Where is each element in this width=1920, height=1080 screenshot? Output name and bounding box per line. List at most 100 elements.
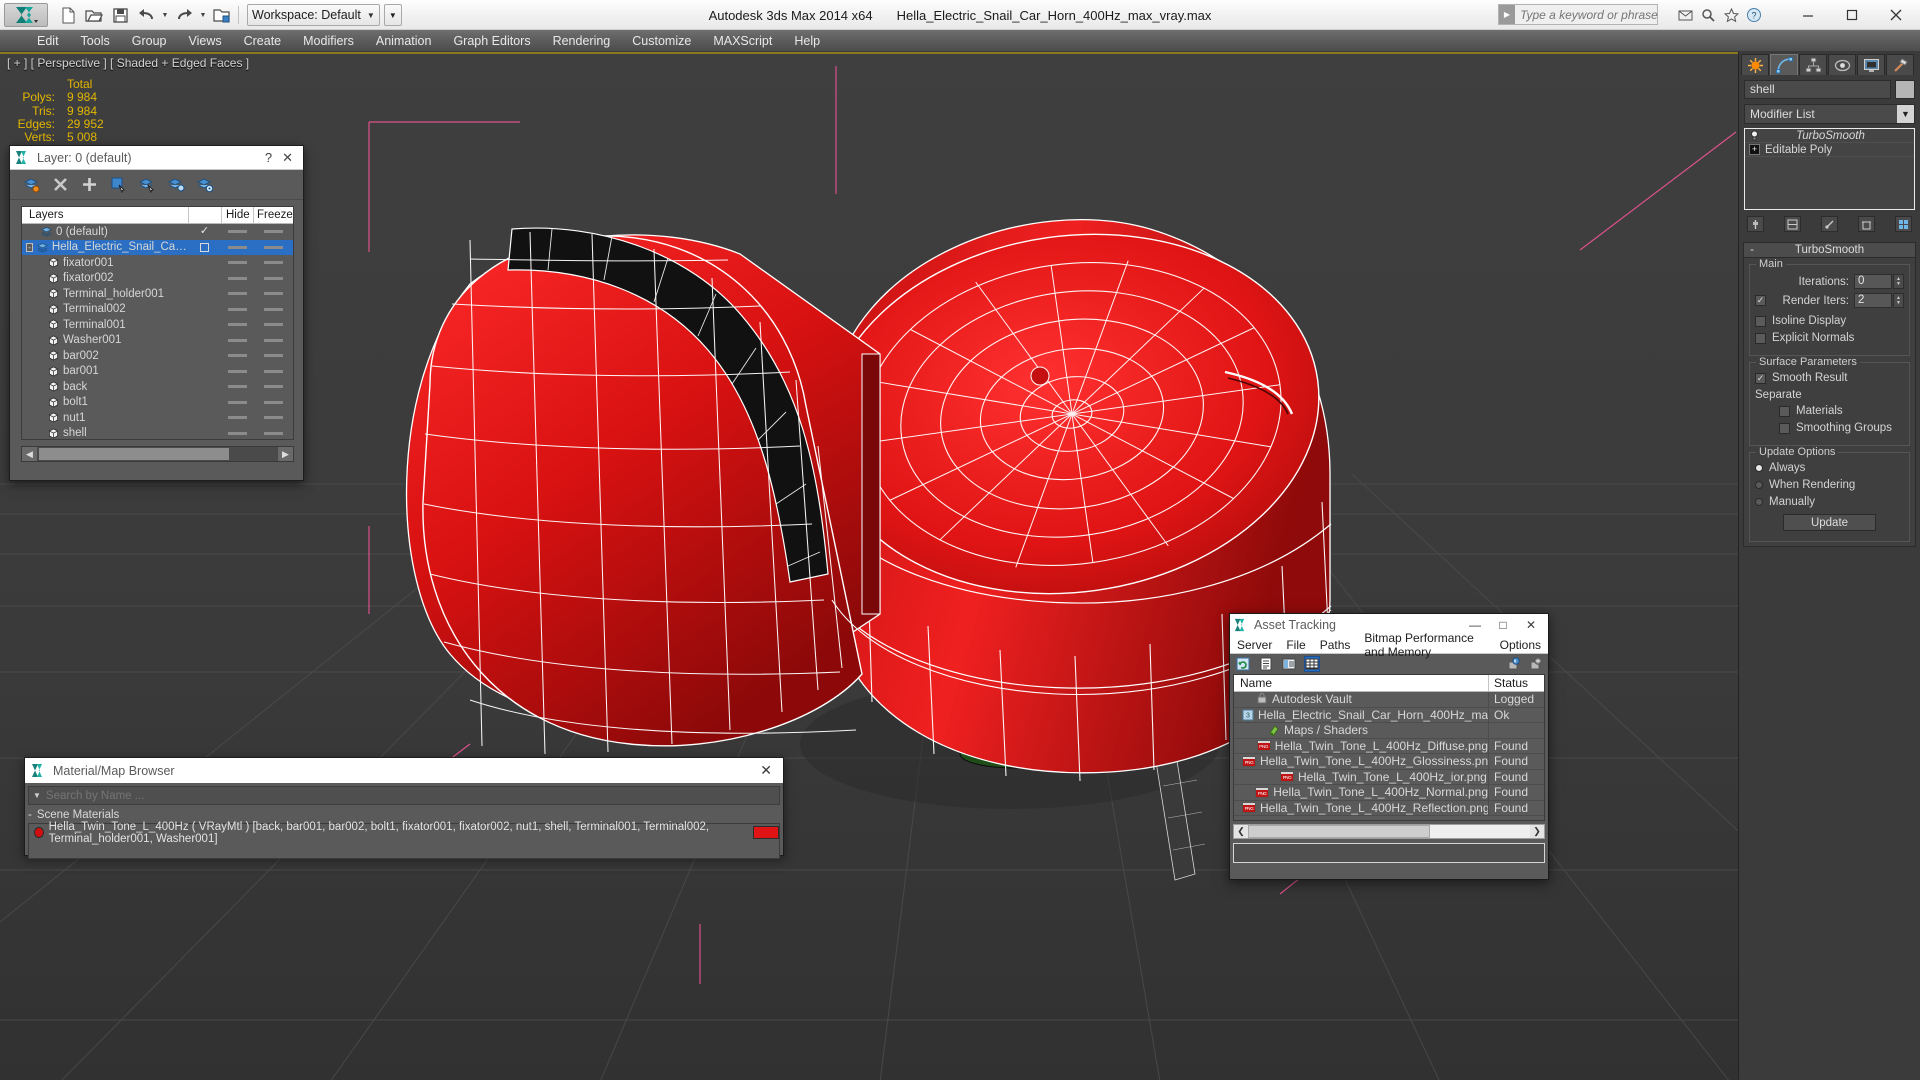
asset-row[interactable]: Hella_Twin_Tone_L_400Hz_Normal.pngFound	[1234, 785, 1544, 801]
menu-item-edit[interactable]: Edit	[26, 30, 70, 52]
workspace-selector[interactable]: Workspace: Default ▼	[247, 4, 380, 26]
layer-dialog-titlebar[interactable]: Layer: 0 (default) ? ✕	[10, 146, 303, 170]
layer-row[interactable]: fixator002	[22, 271, 293, 287]
undo-icon[interactable]	[134, 3, 158, 27]
smoothing-groups-checkbox[interactable]	[1779, 422, 1790, 434]
scroll-thumb[interactable]	[39, 448, 229, 460]
materials-row[interactable]: Materials	[1755, 405, 1904, 417]
menu-item-animation[interactable]: Animation	[365, 30, 443, 52]
layer-freeze-cell[interactable]	[253, 323, 293, 327]
turbosmooth-rollout[interactable]: - TurboSmooth Main Iterations: 0 ▲▼ Rend…	[1743, 242, 1916, 547]
layer-row[interactable]: nut1	[22, 410, 293, 426]
layer-list-grid[interactable]: Layers Hide Freeze 0 (default) ✓ - Hella_El…	[21, 206, 294, 440]
layer-row[interactable]: fixator001	[22, 255, 293, 271]
menu-item-graph-editors[interactable]: Graph Editors	[442, 30, 541, 52]
layer-hide-cell[interactable]	[221, 261, 253, 265]
material-search-input[interactable]	[45, 789, 779, 802]
scroll-left-icon[interactable]: ❮	[1234, 826, 1248, 837]
vault-check-out-icon[interactable]	[1527, 656, 1543, 672]
layer-hide-cell[interactable]	[221, 276, 253, 280]
layer-horizontal-scrollbar[interactable]: ◀ ▶	[21, 446, 294, 462]
expand-icon[interactable]: +	[1749, 144, 1760, 155]
material-map-browser[interactable]: Material/Map Browser ✕ ▼ - Scene Materia…	[24, 757, 784, 859]
search-input[interactable]	[1515, 7, 1677, 22]
layer-hide-cell[interactable]	[221, 230, 253, 234]
layer-hide-cell[interactable]	[221, 245, 253, 249]
update-button[interactable]: Update	[1783, 514, 1876, 531]
layer-hide-cell[interactable]	[221, 416, 253, 420]
radio-always-icon[interactable]	[1755, 464, 1763, 472]
asset-menu-paths[interactable]: Paths	[1313, 638, 1358, 652]
layer-hide-cell[interactable]	[221, 307, 253, 311]
iterations-row[interactable]: Iterations: 0 ▲ ▼	[1755, 274, 1904, 289]
layer-hide-cell[interactable]	[221, 292, 253, 296]
subscription-icon[interactable]	[1721, 5, 1741, 25]
asset-row[interactable]: Maps / Shaders	[1234, 723, 1544, 739]
menu-item-modifiers[interactable]: Modifiers	[292, 30, 365, 52]
layer-dialog-close-button[interactable]: ✕	[282, 150, 293, 166]
layer-freeze-cell[interactable]	[253, 369, 293, 373]
layer-row[interactable]: 0 (default) ✓	[22, 224, 293, 240]
layer-hide-cell[interactable]	[221, 323, 253, 327]
command-panel[interactable]: shell Modifier List ▼ TurboSmooth + Edit…	[1738, 52, 1920, 1080]
redo-icon[interactable]	[172, 3, 196, 27]
update-option-always[interactable]: Always	[1755, 462, 1904, 474]
render-iters-field[interactable]: 2	[1854, 293, 1892, 308]
list-view-icon[interactable]	[1258, 656, 1274, 672]
layer-row[interactable]: Terminal001	[22, 317, 293, 333]
open-file-icon[interactable]	[82, 3, 106, 27]
iterations-spinner[interactable]: ▲ ▼	[1893, 274, 1904, 289]
layer-hide-cell[interactable]	[221, 354, 253, 358]
menu-item-customize[interactable]: Customize	[621, 30, 702, 52]
selection-box-icon[interactable]	[200, 242, 209, 252]
asset-grid-body[interactable]: Autodesk Vault Logged O 3 Hella_Electric_Sn…	[1234, 692, 1544, 816]
communication-center-icon[interactable]	[1675, 5, 1695, 25]
scene-materials-list[interactable]: Hella_Twin_Tone_L_400Hz ( VRayMtl ) [bac…	[28, 821, 780, 859]
turbosmooth-rollout-header[interactable]: - TurboSmooth	[1744, 243, 1915, 258]
asset-menu-server[interactable]: Server	[1230, 638, 1279, 652]
motion-tab[interactable]	[1828, 54, 1856, 75]
layer-freeze-cell[interactable]	[253, 245, 293, 249]
object-color-swatch[interactable]	[1895, 80, 1915, 99]
modifier-stack-item-editable-poly[interactable]: + Editable Poly	[1745, 143, 1914, 157]
asset-menu-file[interactable]: File	[1279, 638, 1312, 652]
maximize-button[interactable]	[1830, 1, 1874, 29]
iterations-field[interactable]: 0	[1854, 274, 1892, 289]
layer-freeze-cell[interactable]	[253, 230, 293, 234]
material-search-box[interactable]: ▼	[28, 786, 780, 805]
modifier-stack[interactable]: TurboSmooth + Editable Poly	[1744, 128, 1915, 210]
minimize-button[interactable]	[1786, 1, 1830, 29]
layer-row[interactable]: Washer001	[22, 333, 293, 349]
menu-item-views[interactable]: Views	[177, 30, 232, 52]
scroll-track[interactable]	[1248, 825, 1530, 838]
layer-row[interactable]: bar001	[22, 364, 293, 380]
layer-hide-cell[interactable]	[221, 431, 253, 435]
detail-view-icon[interactable]	[1281, 656, 1297, 672]
layer-hide-cell[interactable]	[221, 385, 253, 389]
asset-tracking-grid[interactable]: Name Status Autodesk Vault Logged O 3 Hella…	[1233, 674, 1545, 821]
save-file-icon[interactable]	[108, 3, 132, 27]
vault-check-in-icon[interactable]	[1505, 656, 1521, 672]
scroll-left-icon[interactable]: ◀	[22, 447, 37, 461]
redo-dropdown-icon[interactable]: ▼	[198, 3, 208, 27]
chevron-down-icon[interactable]: ▼	[33, 791, 41, 800]
search-dropdown-icon[interactable]: ▶	[1499, 5, 1515, 24]
render-iters-row[interactable]: Render Iters: 2 ▲▼	[1755, 293, 1904, 308]
utilities-tab[interactable]	[1886, 54, 1914, 75]
create-new-layer-icon[interactable]	[22, 176, 40, 194]
modifier-list-dropdown[interactable]: Modifier List ▼	[1744, 104, 1915, 124]
create-tab[interactable]	[1741, 54, 1769, 75]
render-iters-checkbox[interactable]	[1755, 295, 1766, 306]
layer-freeze-cell[interactable]	[253, 416, 293, 420]
grid-view-icon[interactable]	[1304, 656, 1320, 672]
section-toggle[interactable]: -	[28, 809, 32, 821]
layer-row[interactable]: - Hella_Electric_Snail_Car_Horn_400Hz	[22, 239, 293, 255]
set-project-folder-icon[interactable]	[210, 3, 234, 27]
layer-freeze-cell[interactable]	[253, 354, 293, 358]
layer-row[interactable]: Terminal_holder001	[22, 286, 293, 302]
materials-checkbox[interactable]	[1779, 405, 1790, 417]
layer-freeze-cell[interactable]	[253, 292, 293, 296]
configure-modifier-sets-icon[interactable]	[1895, 216, 1912, 232]
scroll-right-icon[interactable]: ▶	[278, 447, 293, 461]
object-name-row[interactable]: shell	[1739, 75, 1920, 99]
